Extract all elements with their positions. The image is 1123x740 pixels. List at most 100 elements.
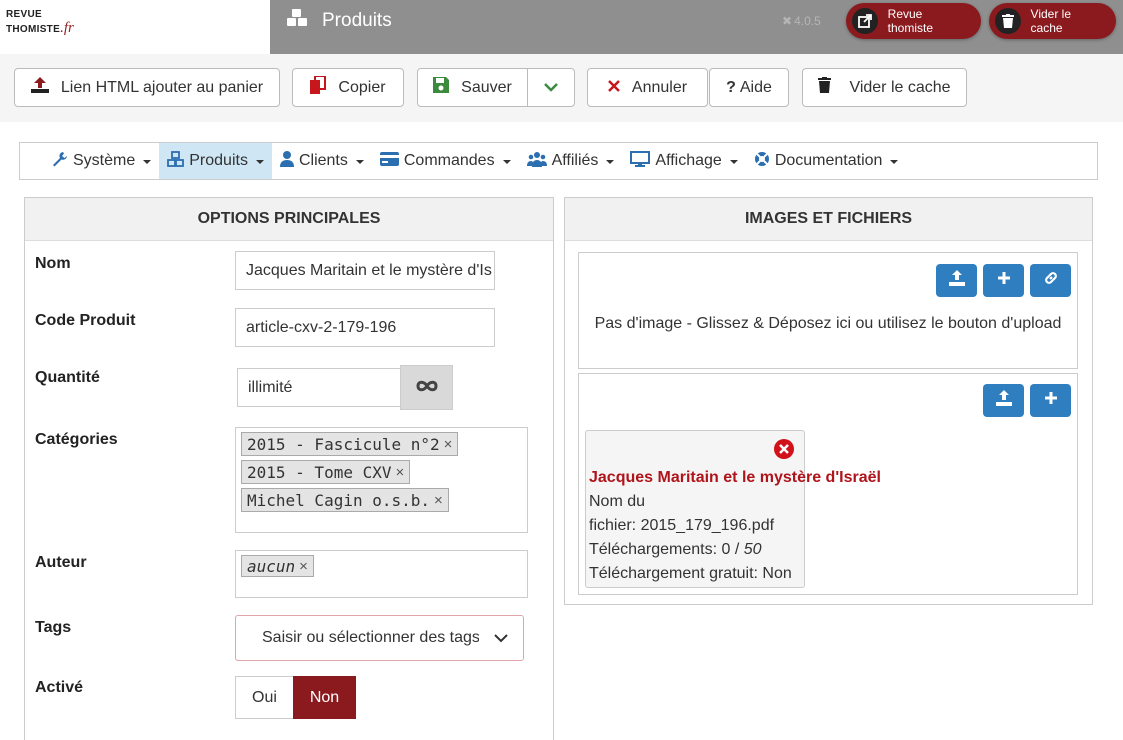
clear-cache-header-button[interactable]: Vider le cache	[989, 3, 1116, 39]
categories-select[interactable]: 2015 - Fascicule n°2 × 2015 - Tome CXV × M…	[235, 427, 528, 533]
tags-label: Tags	[35, 619, 72, 636]
file-name-value: fichier: 2015_179_196.pdf	[589, 517, 775, 534]
external-link-icon	[852, 8, 878, 34]
active-yes-label: Oui	[252, 688, 277, 706]
remove-icon[interactable]: ×	[434, 492, 443, 509]
image-link-button[interactable]	[1030, 264, 1071, 297]
clear-cache-button[interactable]: Vider le cache	[802, 68, 967, 107]
downloads-label: Téléchargements: 0 /	[589, 541, 740, 558]
code-input[interactable]: article-cxv-2-179-196	[235, 308, 495, 347]
version-text: 4.0.5	[794, 14, 821, 28]
categories-label: Catégories	[35, 431, 118, 448]
remove-icon[interactable]: ×	[396, 464, 405, 481]
category-chip[interactable]: 2015 - Fascicule n°2 ×	[241, 432, 459, 456]
tags-placeholder: Saisir ou sélectionner des tags	[262, 629, 480, 646]
infinity-icon	[415, 379, 438, 397]
logo-line2: THOMISTE	[6, 24, 61, 35]
author-label: Auteur	[35, 554, 87, 571]
remove-icon[interactable]: ×	[299, 558, 308, 575]
quantity-label: Quantité	[35, 369, 100, 386]
add-file-button[interactable]	[1030, 384, 1071, 417]
author-select[interactable]: aucun ×	[235, 550, 528, 598]
save-button[interactable]: Sauver	[418, 69, 528, 106]
file-title[interactable]: Jacques Maritain et le mystère d'Israël	[589, 469, 881, 487]
nav-item-label: Produits	[189, 152, 248, 169]
copy-button[interactable]: Copier	[292, 68, 404, 107]
name-input[interactable]: Jacques Maritain et le mystère d'Is	[235, 251, 495, 290]
remove-icon[interactable]: ×	[444, 436, 453, 453]
upload-file-button[interactable]	[983, 384, 1024, 417]
nav-item-clients[interactable]: Clients	[272, 143, 372, 179]
upload-image-button[interactable]	[936, 264, 977, 297]
file-name-label: Nom du	[589, 493, 646, 510]
joomla-icon: ✖	[782, 14, 793, 28]
nav-item-affichage[interactable]: Affichage	[622, 143, 745, 179]
unlimited-toggle[interactable]	[400, 365, 453, 410]
save-label: Sauver	[461, 78, 512, 96]
active-yes-button[interactable]: Oui	[235, 676, 294, 719]
cancel-button[interactable]: Annuler	[587, 68, 708, 107]
save-options-toggle[interactable]	[528, 69, 574, 106]
name-label: Nom	[35, 255, 71, 272]
nav-item-produits[interactable]: Produits	[159, 143, 272, 179]
save-button-group: Sauver	[417, 68, 575, 107]
options-panel: OPTIONS PRINCIPALES Nom Jacques Maritain…	[24, 197, 554, 740]
files-heading: IMAGES ET FICHIERS	[565, 198, 1092, 241]
name-value: Jacques Maritain et le mystère d'Is	[246, 261, 492, 279]
wrench-icon	[52, 151, 68, 172]
revue-thomiste-button[interactable]: Revue thomiste	[846, 3, 981, 39]
caret-down-icon	[606, 160, 615, 164]
nav-item-affilies[interactable]: Affiliés	[519, 143, 623, 179]
chevron-down-icon[interactable]	[479, 616, 523, 660]
delete-file-icon[interactable]	[773, 438, 795, 465]
nav-item-commandes[interactable]: Commandes	[372, 143, 519, 179]
upload-icon	[948, 270, 965, 291]
author-chip[interactable]: aucun ×	[241, 555, 314, 577]
tags-select[interactable]: Saisir ou sélectionner des tags	[235, 615, 524, 661]
upload-icon	[995, 390, 1012, 411]
logo-area[interactable]: REVUE THOMISTE.fr	[0, 0, 270, 54]
add-image-button[interactable]	[983, 264, 1024, 297]
nav-item-label: Affichage	[655, 152, 722, 169]
category-chip-label: Michel Cagin o.s.b.	[247, 490, 431, 510]
desktop-icon	[630, 150, 651, 172]
image-dropzone[interactable]: Pas d'image - Glissez & Déposez ici ou u…	[578, 252, 1078, 369]
nav-item-label: Système	[73, 152, 136, 169]
author-chip-label: aucun	[247, 556, 296, 576]
header-bar: Produits ✖ 4.0.5 Revue thomiste Vider le…	[270, 0, 1123, 54]
caret-down-icon	[255, 160, 264, 164]
clear-cache-header-label: Vider le cache	[1030, 7, 1072, 35]
upload-icon	[30, 77, 49, 98]
category-chip[interactable]: 2015 - Tome CXV ×	[241, 460, 411, 484]
files-dropzone[interactable]: Jacques Maritain et le mystère d'Israël …	[578, 373, 1078, 595]
quantity-value: illimité	[248, 378, 293, 396]
nav-item-label: Documentation	[774, 152, 883, 169]
category-chip-label: 2015 - Fascicule n°2	[247, 434, 440, 454]
nav-item-documentation[interactable]: Documentation	[746, 143, 907, 179]
active-no-button[interactable]: Non	[293, 676, 356, 719]
copy-label: Copier	[338, 78, 386, 96]
caret-down-icon	[502, 160, 511, 164]
free-download: Téléchargement gratuit: Non	[589, 565, 792, 582]
active-label: Activé	[35, 679, 84, 696]
nav-item-label: Clients	[298, 152, 348, 169]
logo-suffix: .fr	[60, 20, 74, 36]
html-link-button[interactable]: Lien HTML ajouter au panier	[14, 68, 280, 107]
clear-cache-label: Vider le cache	[849, 78, 951, 96]
nav-item-systeme[interactable]: Système	[44, 143, 159, 179]
page-title-text: Produits	[322, 10, 392, 31]
caret-down-icon	[890, 160, 899, 164]
options-heading: OPTIONS PRINCIPALES	[25, 198, 553, 241]
logo[interactable]: REVUE THOMISTE.fr	[6, 8, 74, 36]
users-icon	[526, 151, 547, 172]
nav-item-label: Affiliés	[551, 152, 599, 169]
lifebuoy-icon	[754, 151, 770, 172]
file-card: Jacques Maritain et le mystère d'Israël …	[585, 430, 881, 588]
help-button[interactable]: ? Aide	[709, 68, 789, 107]
page-title: Produits	[286, 9, 392, 32]
category-chip-label: 2015 - Tome CXV	[247, 462, 392, 482]
question-icon: ?	[726, 78, 736, 96]
cancel-label: Annuler	[631, 78, 688, 96]
category-chip[interactable]: Michel Cagin o.s.b. ×	[241, 488, 449, 512]
quantity-input[interactable]: illimité	[237, 368, 401, 407]
